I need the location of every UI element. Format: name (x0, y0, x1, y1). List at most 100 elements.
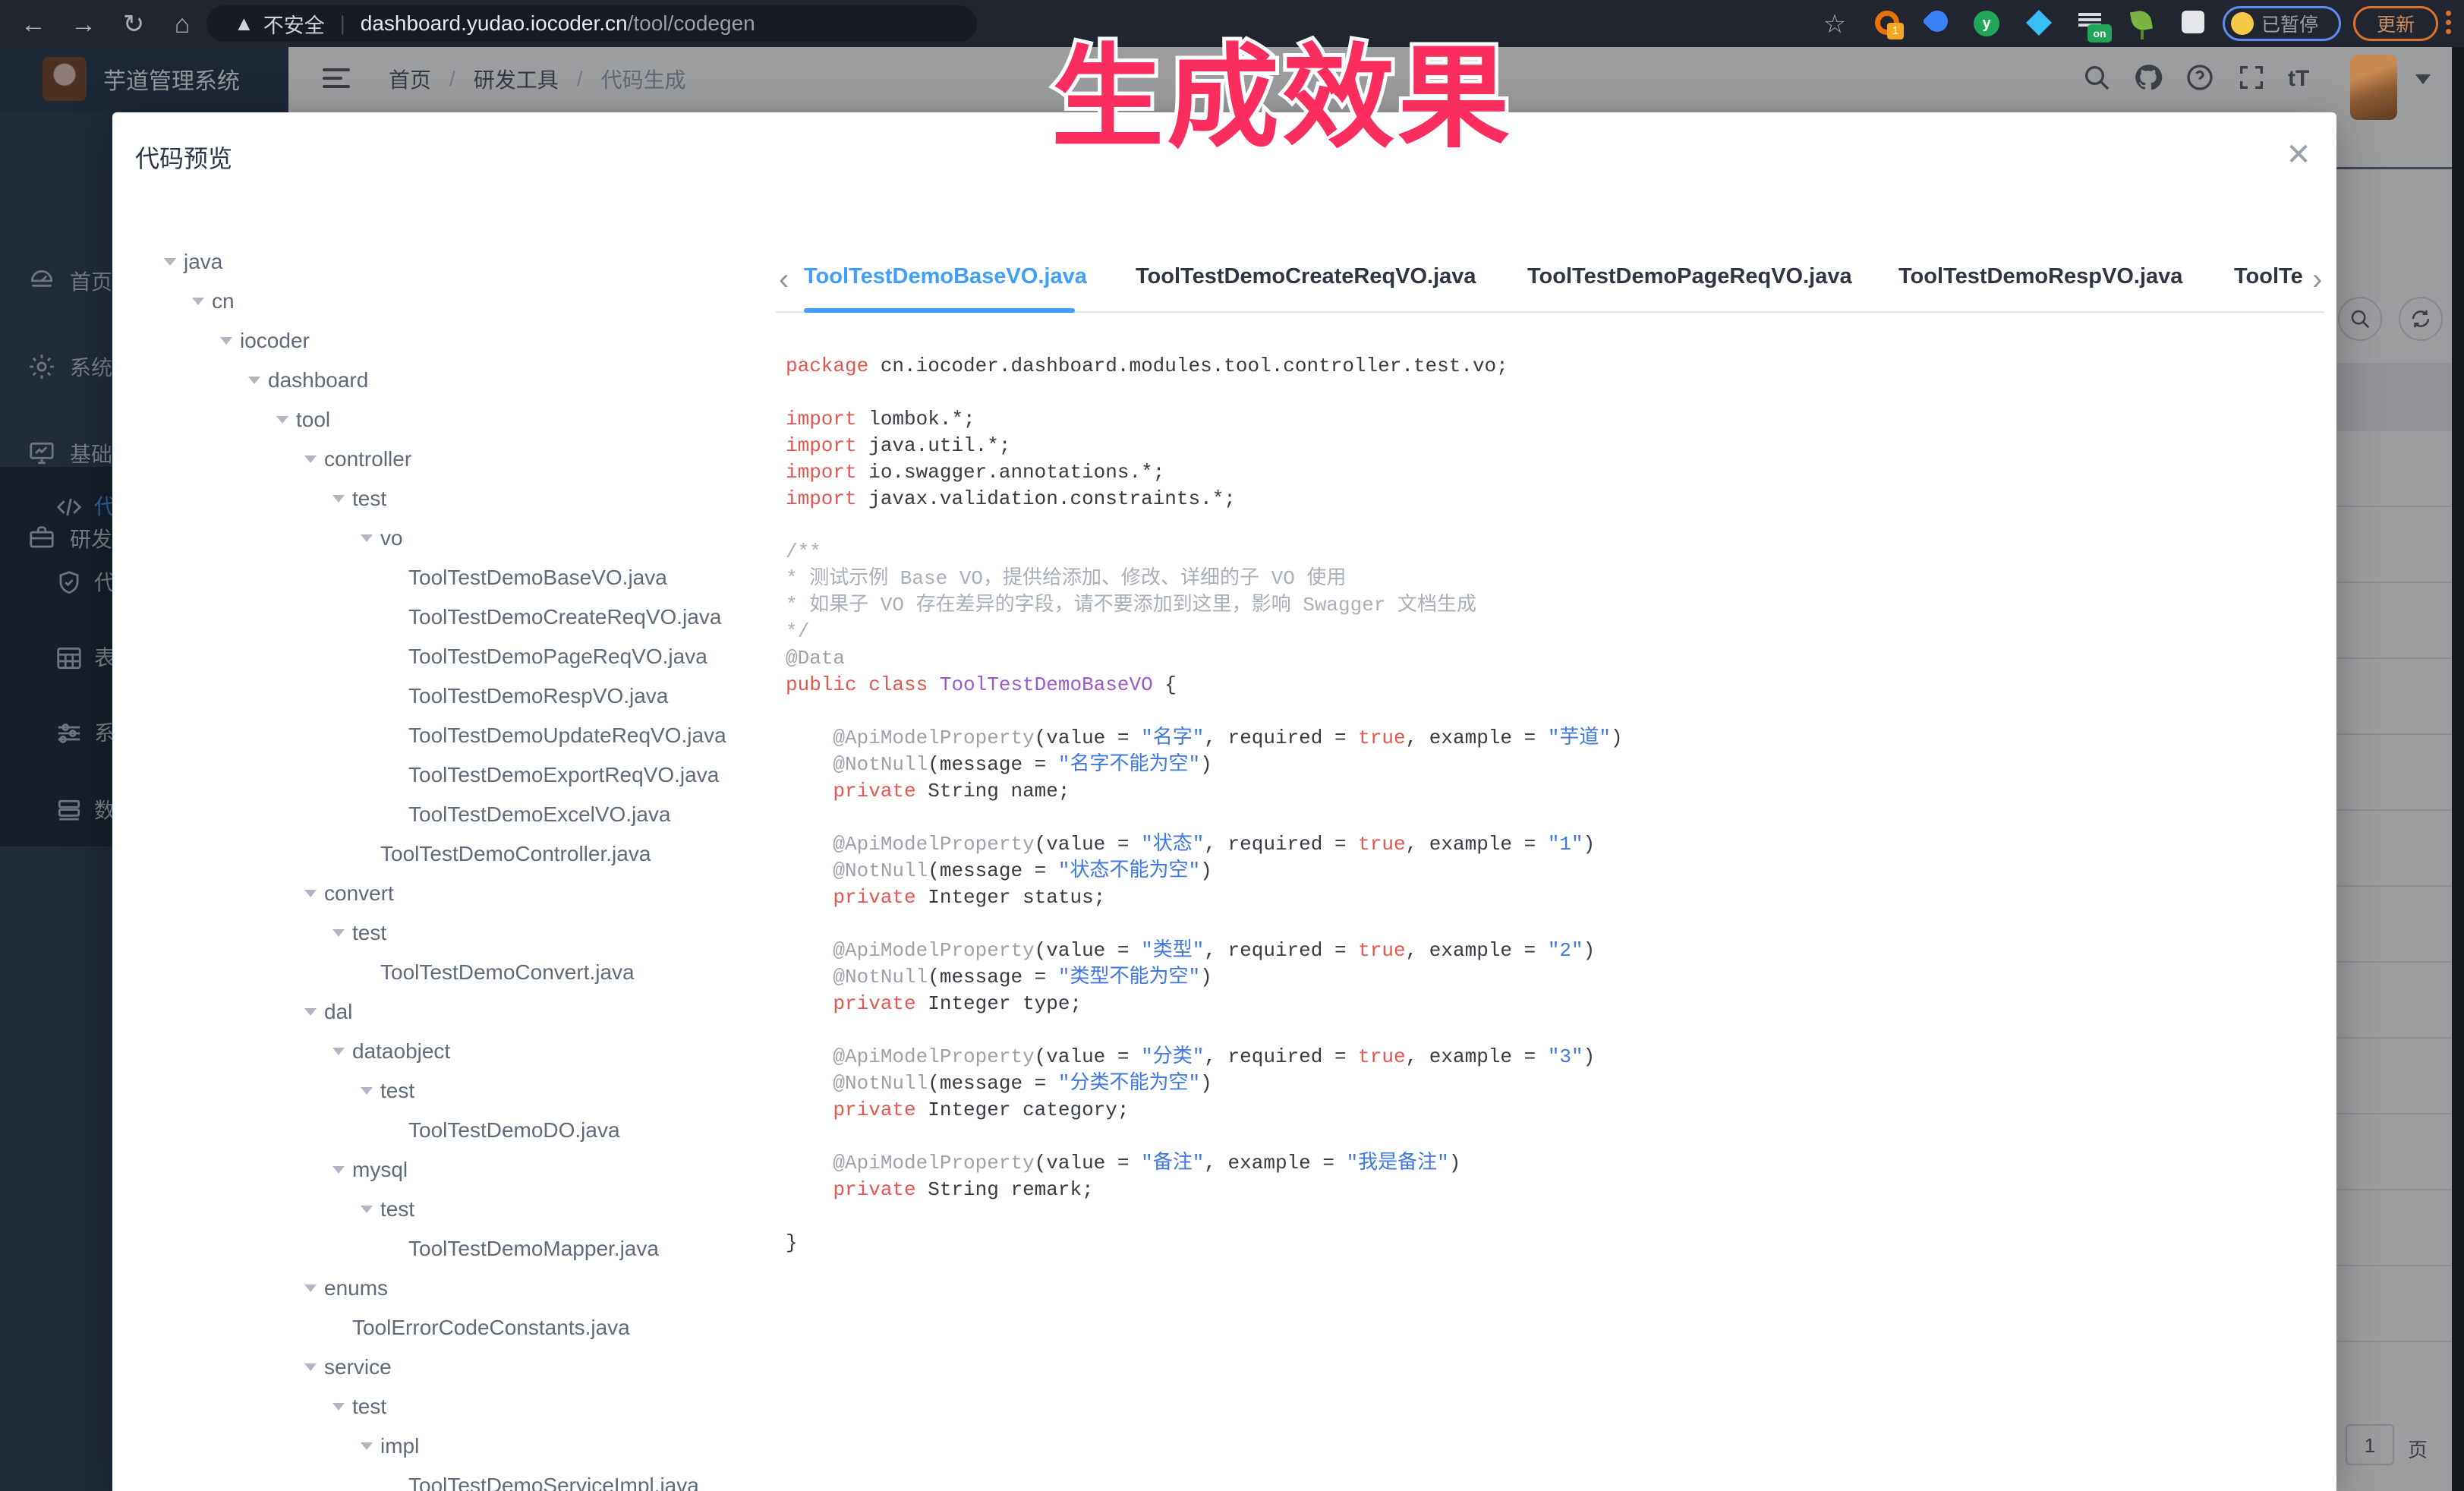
tree-file[interactable]: ToolTestDemoConvert.java (380, 953, 635, 992)
tree-folder[interactable]: test (361, 1071, 414, 1111)
code-line (786, 512, 2304, 539)
code-segment (786, 859, 833, 882)
tree-file[interactable]: ToolTestDemoServiceImpl.java (408, 1466, 699, 1491)
tree-folder[interactable]: tool (276, 400, 330, 440)
update-label: 更新 (2377, 10, 2415, 37)
code-segment: /** (786, 541, 821, 563)
extension-orange-icon[interactable]: 1 (1875, 11, 1899, 35)
code-segment: true (1358, 727, 1405, 749)
code-segment: io.swagger.annotations.*; (857, 461, 1165, 484)
user-avatar[interactable] (2350, 55, 2397, 120)
tabs-scroll-left-icon[interactable]: ‹ (779, 261, 789, 298)
tree-file[interactable]: ToolTestDemoDO.java (408, 1111, 620, 1150)
tree-folder[interactable]: mysql (332, 1150, 408, 1190)
caret-down-icon (332, 495, 345, 503)
extension-badge: 1 (1887, 23, 1904, 39)
tree-file[interactable]: ToolTestDemoMapper.java (408, 1229, 659, 1269)
bookmark-star-icon[interactable]: ☆ (1818, 8, 1851, 41)
tree-folder[interactable]: java (164, 242, 222, 282)
browser-scrollbar[interactable] (2452, 47, 2464, 1491)
extension-diamond-icon[interactable] (2027, 11, 2051, 35)
close-icon[interactable]: ✕ (2282, 138, 2315, 172)
code-segment: { (1153, 673, 1177, 696)
tree-folder[interactable]: dashboard (248, 361, 368, 400)
code-segment: import (786, 461, 857, 484)
caret-down-icon (192, 298, 204, 305)
code-segment (928, 673, 940, 696)
tree-file[interactable]: ToolTestDemoExportReqVO.java (408, 755, 719, 795)
tree-file[interactable]: ToolTestDemoRespVO.java (408, 676, 668, 716)
file-tree: javacniocoderdashboardtoolcontrollertest… (112, 112, 780, 1491)
tab-file-4[interactable]: ToolTe (2234, 264, 2303, 289)
tree-folder[interactable]: dal (304, 992, 352, 1032)
tree-file[interactable]: ToolTestDemoBaseVO.java (408, 558, 667, 597)
tab-file-2[interactable]: ToolTestDemoPageReqVO.java (1527, 264, 1852, 289)
tree-file[interactable]: ToolTestDemoPageReqVO.java (408, 637, 707, 676)
code-line: @ApiModelProperty(value = "状态", required… (786, 831, 2304, 858)
tree-folder[interactable]: test (332, 1387, 386, 1426)
code-line: private Integer status; (786, 884, 2304, 911)
tree-folder[interactable]: cn (192, 282, 235, 321)
tree-folder[interactable]: convert (304, 874, 394, 913)
extension-green-icon[interactable]: y (1974, 11, 1999, 36)
tree-file[interactable]: ToolTestDemoExcelVO.java (408, 795, 670, 834)
code-segment: ) (1200, 859, 1212, 882)
tree-folder[interactable]: enums (304, 1269, 388, 1308)
code-segment: , example = (1406, 727, 1548, 749)
tree-file[interactable]: ToolTestDemoUpdateReqVO.java (408, 716, 726, 755)
code-line (786, 1203, 2304, 1230)
tree-item-label: iocoder (240, 329, 310, 353)
tabs-scroll-right-icon[interactable]: › (2312, 261, 2322, 298)
chrome-update-button[interactable]: 更新 (2353, 6, 2438, 41)
code-line: */ (786, 619, 2304, 645)
tree-folder[interactable]: test (332, 479, 386, 519)
chrome-menu-icon[interactable] (2446, 11, 2452, 38)
back-icon[interactable]: ← (17, 8, 50, 41)
caret-down-icon (164, 258, 176, 266)
annotation-text: 生成效果 (1051, 6, 1513, 169)
tree-folder[interactable]: iocoder (220, 321, 310, 361)
reload-icon[interactable]: ↻ (117, 8, 150, 41)
extension-puzzle-icon[interactable] (2182, 11, 2204, 33)
tab-paused-chip[interactable]: 已暂停 (2223, 6, 2341, 41)
extension-sprout-icon[interactable] (2132, 11, 2151, 39)
tree-item-label: vo (380, 526, 403, 550)
extension-drop-icon[interactable] (1927, 11, 1948, 32)
tab-file-1[interactable]: ToolTestDemoCreateReqVO.java (1136, 264, 1476, 289)
code-segment: @NotNull (833, 1072, 928, 1095)
code-segment: ) (1200, 753, 1212, 776)
forward-icon[interactable]: → (67, 8, 100, 41)
tree-folder[interactable]: controller (304, 440, 411, 479)
caret-down-icon (276, 416, 288, 424)
code-line: import javax.validation.constraints.*; (786, 486, 2304, 512)
code-segment: "我是备注" (1347, 1152, 1449, 1174)
tree-file[interactable]: ToolTestDemoController.java (380, 834, 651, 874)
code-segment: public class (786, 673, 928, 696)
tree-item-label: test (380, 1079, 414, 1103)
tab-file-0[interactable]: ToolTestDemoBaseVO.java (804, 264, 1087, 289)
caret-down-icon (361, 534, 373, 542)
tab-file-3[interactable]: ToolTestDemoRespVO.java (1898, 264, 2182, 289)
code-segment: * 如果子 VO 存在差异的字段，请不要添加到这里，影响 Swagger 文档生… (786, 594, 1476, 616)
code-segment: (message = (928, 859, 1058, 882)
paused-label: 已暂停 (2261, 10, 2318, 37)
code-segment: Integer type; (916, 992, 1082, 1015)
code-segment: "芋道" (1548, 727, 1611, 749)
tree-file[interactable]: ToolTestDemoCreateReqVO.java (408, 597, 721, 637)
code-line: @NotNull(message = "类型不能为空") (786, 964, 2304, 991)
tree-folder[interactable]: service (304, 1348, 392, 1387)
address-bar[interactable]: ▲ 不安全 | dashboard.yudao.iocoder.cn /tool… (206, 5, 977, 42)
tree-folder[interactable]: impl (361, 1426, 419, 1466)
home-icon[interactable]: ⌂ (165, 8, 199, 41)
tree-folder[interactable]: dataobject (332, 1032, 450, 1071)
tree-folder[interactable]: test (361, 1190, 414, 1229)
tree-folder[interactable]: vo (361, 519, 403, 558)
code-segment: String name; (916, 780, 1070, 802)
extension-tabs-icon[interactable]: on (2078, 11, 2101, 29)
code-segment: @ApiModelProperty (833, 939, 1034, 962)
tree-item-label: mysql (352, 1158, 408, 1182)
tree-file[interactable]: ToolErrorCodeConstants.java (352, 1308, 630, 1348)
tree-item-label: ToolTestDemoUpdateReqVO.java (408, 723, 726, 748)
tree-item-label: ToolErrorCodeConstants.java (352, 1316, 630, 1340)
tree-folder[interactable]: test (332, 913, 386, 953)
